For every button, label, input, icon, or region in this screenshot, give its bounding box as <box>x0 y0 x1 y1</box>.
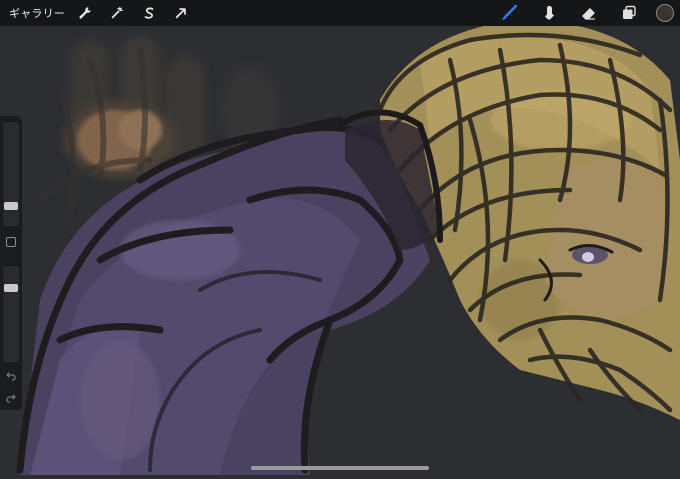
magic-wand-icon[interactable] <box>105 1 129 25</box>
brush-size-slider[interactable] <box>3 122 19 226</box>
undo-icon[interactable] <box>5 370 17 382</box>
modify-button[interactable] <box>6 237 16 247</box>
smudge-icon[interactable] <box>536 1 562 25</box>
layers-icon[interactable] <box>616 1 642 25</box>
selection-s-icon[interactable] <box>137 1 161 25</box>
eraser-icon[interactable] <box>576 1 602 25</box>
brush-size-knob[interactable] <box>4 201 18 210</box>
drawing-canvas[interactable] <box>0 0 680 476</box>
brush-icon[interactable] <box>496 1 522 25</box>
transform-arrow-icon[interactable] <box>169 1 193 25</box>
top-toolbar: ギャラリー <box>0 0 680 26</box>
wrench-icon[interactable] <box>73 1 97 25</box>
side-toolbar <box>0 116 22 410</box>
artwork <box>0 0 680 476</box>
opacity-knob[interactable] <box>4 284 18 293</box>
opacity-slider[interactable] <box>3 266 19 362</box>
redo-icon[interactable] <box>5 392 17 404</box>
gallery-button[interactable]: ギャラリー <box>9 5 65 21</box>
current-color-swatch[interactable] <box>656 4 674 22</box>
home-indicator[interactable] <box>251 466 429 470</box>
